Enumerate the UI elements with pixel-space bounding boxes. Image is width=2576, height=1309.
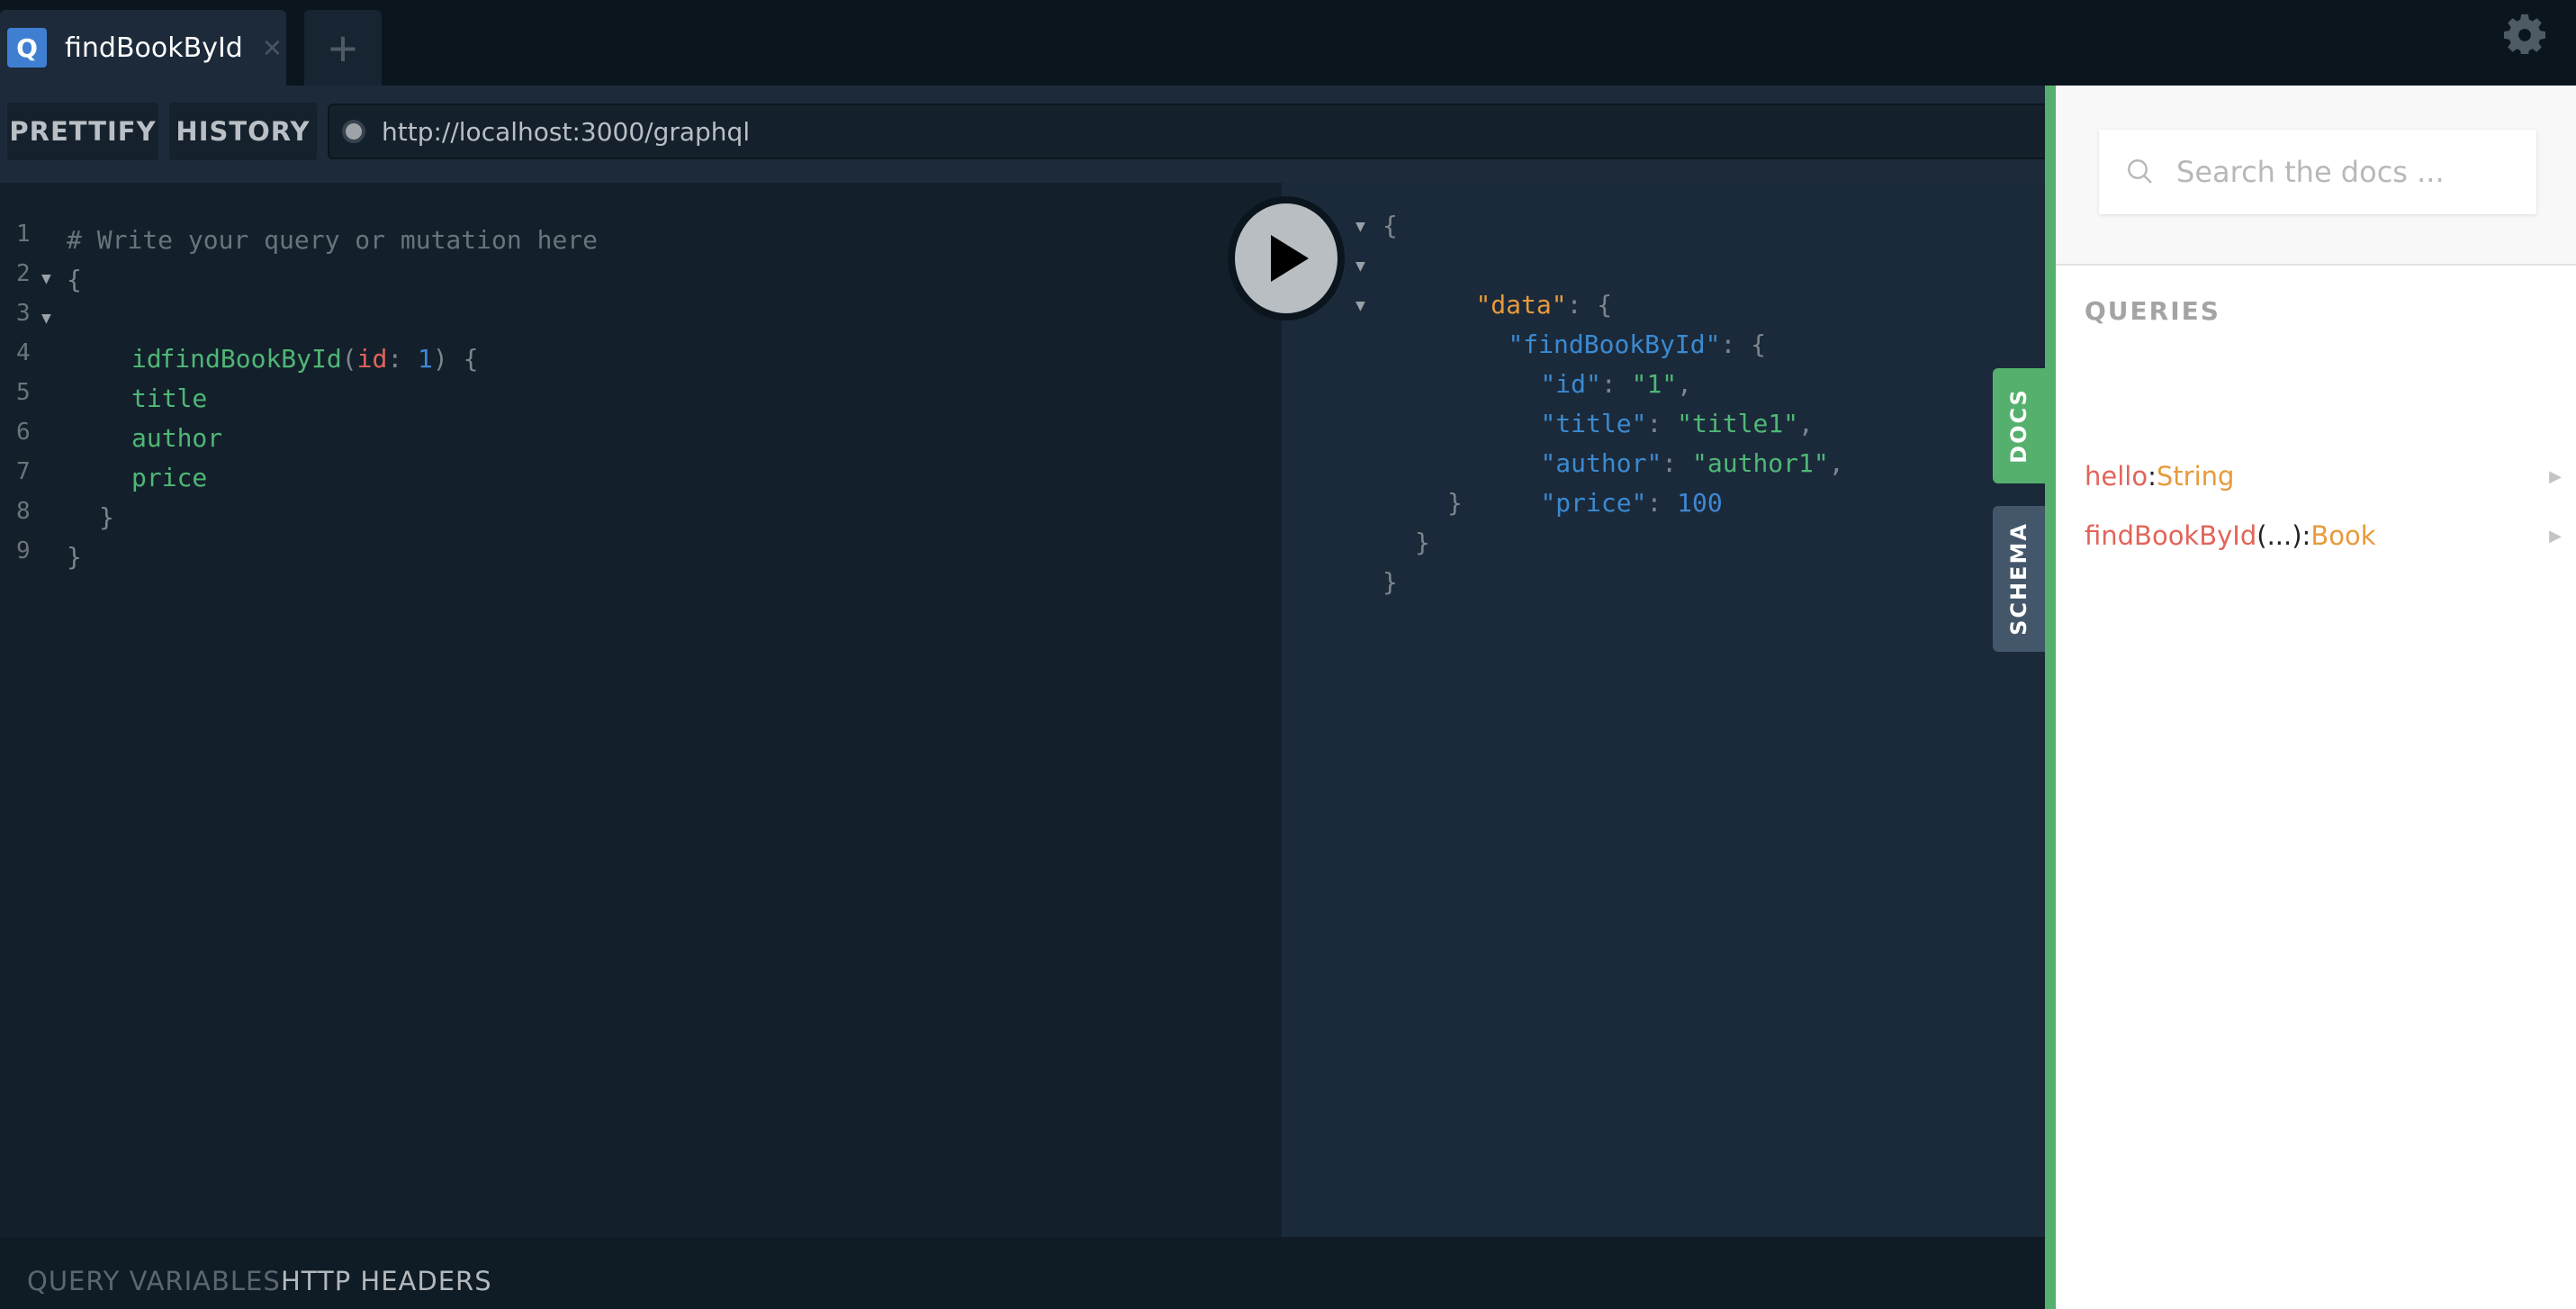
json-brace: { [1383, 211, 1398, 240]
query-field-name: hello [2085, 461, 2148, 492]
fold-toggle-icon[interactable]: ▼ [1356, 257, 1365, 275]
fold-toggle-icon[interactable]: ▼ [1356, 296, 1365, 315]
json-field-line: "author": "author1", [1480, 404, 1843, 478]
connection-status-icon [342, 120, 365, 143]
docs-search-header [2056, 86, 2576, 266]
close-tab-icon[interactable]: × [263, 29, 282, 67]
code-field: id [131, 344, 162, 374]
code-field: price [131, 463, 208, 492]
json-brace: } [1383, 567, 1398, 597]
json-colon-brace: : { [1720, 330, 1767, 359]
fold-toggle-icon[interactable]: ▼ [41, 269, 51, 288]
history-button[interactable]: HISTORY [169, 103, 317, 160]
line-number: 4 [16, 339, 31, 366]
json-value: 100 [1677, 488, 1723, 518]
json-brace: } [1447, 488, 1463, 518]
json-field-line: "price": 100 [1480, 444, 1722, 518]
arg-name: id [356, 344, 388, 374]
code-colon: : [387, 344, 419, 374]
code-comment: # Write your query or mutation here [67, 225, 599, 255]
play-icon [1271, 235, 1309, 282]
tab-title: findBookById [65, 32, 243, 64]
tab-findbookbyid[interactable]: Q findBookById × [0, 10, 286, 86]
code-brace: } [99, 502, 114, 532]
triangle-right-icon: ▶ [2549, 526, 2562, 546]
tab-bar: Q findBookById × + [0, 0, 2576, 86]
query-badge-icon: Q [7, 28, 47, 68]
docs-search-box[interactable] [2099, 130, 2536, 214]
line-number: 2 [16, 260, 31, 287]
docs-query-item-hello[interactable]: hello: String ▶ [2085, 454, 2562, 499]
query-field-type[interactable]: String [2157, 461, 2235, 492]
code-field: title [131, 384, 208, 413]
line-number: 9 [16, 537, 31, 564]
code-paren-brace: ) { [432, 344, 479, 374]
result-viewer: ▼ ▼ ▼ { "data": { "findBookById": { "id"… [1282, 183, 2045, 1237]
code-query-line: findBookById(id: 1) { [99, 300, 478, 374]
code-field: author [131, 423, 223, 453]
schema-tab[interactable]: SCHEMA [1993, 506, 2045, 652]
json-key: "price" [1540, 488, 1647, 518]
query-field-args: (...) [2256, 520, 2302, 551]
docs-panel: QUERIES hello: String ▶ findBookById(...… [2056, 86, 2576, 1309]
json-field-line: "title": "title1", [1480, 365, 1813, 438]
http-headers-tab[interactable]: HTTP HEADERS [281, 1266, 492, 1296]
json-data-line: "data": { [1415, 246, 1612, 320]
json-brace: } [1415, 528, 1430, 557]
schema-tab-label: SCHEMA [2006, 522, 2031, 636]
bottom-panel-bar: QUERY VARIABLES HTTP HEADERS [0, 1237, 2045, 1309]
docs-search-input[interactable] [2175, 154, 2520, 190]
run-query-button-face[interactable] [1235, 203, 1338, 313]
line-number: 7 [16, 458, 31, 485]
json-field-line: "id": "1", [1480, 325, 1692, 399]
fold-toggle-icon[interactable]: ▼ [1356, 217, 1365, 236]
docs-tab-label: DOCS [2006, 388, 2032, 464]
line-number: 1 [16, 221, 31, 248]
fold-toggle-icon[interactable]: ▼ [41, 309, 51, 328]
query-field-name: findBookById [2085, 520, 2257, 551]
docs-query-item-findbookbyid[interactable]: findBookById (...): Book ▶ [2085, 513, 2562, 558]
search-icon [2128, 159, 2152, 184]
arg-value: 1 [418, 344, 433, 374]
query-field-colon: : [2148, 461, 2157, 492]
query-field-colon: : [2301, 520, 2311, 551]
endpoint-url-input[interactable]: http://localhost:3000/graphql [328, 104, 2045, 159]
line-number: 8 [16, 498, 31, 525]
add-tab-button[interactable]: + [304, 10, 382, 86]
json-query-line: "findBookById": { [1447, 285, 1766, 359]
run-query-button[interactable] [1228, 196, 1345, 320]
queries-section-title: QUERIES [2085, 296, 2220, 326]
line-number: 3 [16, 300, 31, 327]
line-number: 6 [16, 419, 31, 446]
gear-icon[interactable] [2504, 13, 2545, 54]
code-brace: { [67, 265, 82, 294]
query-field-type[interactable]: Book [2310, 520, 2375, 551]
triangle-right-icon: ▶ [2549, 466, 2562, 486]
query-editor[interactable]: 1 2 3 4 5 6 7 8 9 ▼ ▼ # Write your query… [0, 183, 1282, 1237]
code-paren: ( [341, 344, 357, 374]
query-name: findBookById [159, 344, 342, 374]
json-colon: : [1646, 488, 1678, 518]
code-brace: } [67, 542, 82, 572]
toolbar: PRETTIFY HISTORY http://localhost:3000/g… [0, 86, 2045, 183]
json-comma: , [1828, 448, 1844, 478]
docs-tab[interactable]: DOCS [1993, 368, 2045, 483]
prettify-button[interactable]: PRETTIFY [7, 103, 158, 160]
line-number: 5 [16, 379, 31, 406]
endpoint-url-text: http://localhost:3000/graphql [382, 116, 751, 147]
docs-panel-resize-handle[interactable] [2045, 86, 2056, 1309]
query-variables-tab[interactable]: QUERY VARIABLES [27, 1266, 281, 1296]
